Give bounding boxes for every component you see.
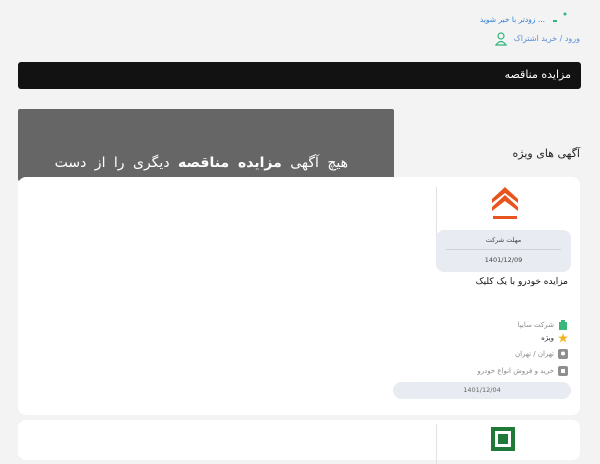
notification-icon[interactable]: [550, 10, 572, 30]
overlay-panel: هیچ آگهی مزایده مناقصه دیگری را از دست: [18, 109, 394, 181]
post-date: 1401/12/04: [463, 386, 501, 394]
category-bar: مزایده مناقصه: [18, 62, 581, 89]
overlay-text-bold: مزایده مناقصه: [178, 155, 282, 171]
category-row: خرید و فروش انواع خودرو: [477, 366, 568, 376]
deadline-separator: [446, 249, 561, 250]
top-bar: زودتر با خبر شوید ... ورود / خرید اشتراک: [0, 0, 600, 50]
login-subscribe-label: ورود / خرید اشتراک: [513, 34, 580, 43]
overlay-text: هیچ آگهی مزایده مناقصه دیگری را از دست: [55, 155, 348, 171]
featured-ads-title: آگهی های ویژه: [512, 147, 581, 160]
deadline-box: مهلت شرکت 1401/12/09: [436, 230, 571, 272]
date-bar: 1401/12/04: [393, 382, 571, 399]
category-icon: [558, 366, 568, 376]
saipa-logo-icon: [492, 187, 518, 219]
location-icon: [558, 349, 568, 359]
location-text: تهران / تهران: [514, 350, 554, 358]
company-row: شرکت سایپا: [518, 320, 568, 330]
user-icon: [495, 32, 507, 46]
badge-row: ویژه: [541, 333, 568, 343]
building-icon: [559, 320, 567, 330]
overlay-text-end: دیگری را از دست: [54, 155, 170, 171]
badge-label: ویژه: [541, 334, 554, 342]
company-name: شرکت سایپا: [517, 321, 554, 329]
notify-text[interactable]: زودتر با خبر شوید ...: [455, 15, 545, 24]
deadline-label: مهلت شرکت: [485, 236, 522, 244]
card-divider: [436, 424, 437, 464]
overlay-text-start: هیچ آگهی: [290, 155, 348, 171]
category-text: خرید و فروش انواع خودرو: [477, 367, 554, 375]
ad-title[interactable]: مزایده خودرو با یک کلیک: [476, 277, 568, 287]
star-icon: [558, 333, 568, 343]
ad-card[interactable]: [18, 420, 580, 464]
location-row: تهران / تهران: [515, 349, 568, 359]
deadline-date: 1401/12/09: [484, 256, 523, 264]
ad-card[interactable]: مهلت شرکت 1401/12/09 مزایده خودرو با یک …: [18, 177, 580, 415]
category-bar-title: مزایده مناقصه: [504, 68, 571, 81]
